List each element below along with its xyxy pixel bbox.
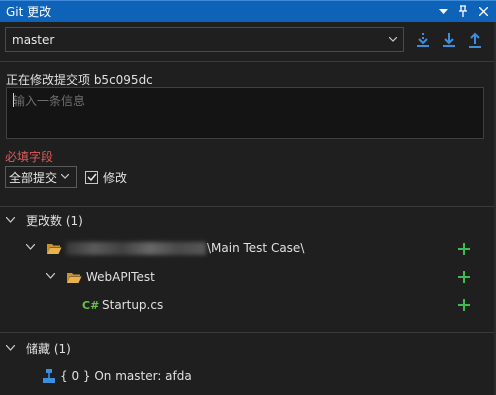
window-titlebar: Git 更改 bbox=[0, 0, 496, 22]
branch-name: master bbox=[12, 32, 55, 47]
text-caret bbox=[13, 93, 14, 107]
amend-checkbox[interactable] bbox=[85, 170, 98, 184]
chevron-down-icon[interactable] bbox=[60, 172, 70, 182]
chevron-down-icon bbox=[5, 344, 20, 354]
window-title: Git 更改 bbox=[6, 5, 52, 19]
pull-icon[interactable] bbox=[440, 31, 458, 49]
stash-item[interactable]: { 0 } On master: afda bbox=[42, 368, 192, 384]
stash-icon bbox=[43, 369, 55, 383]
amend-commit-label: 正在修改提交项 b5c095dc bbox=[6, 73, 153, 87]
branch-dropdown[interactable]: master bbox=[5, 27, 404, 52]
stashes-count-label: 储藏 (1) bbox=[26, 342, 71, 356]
stash-item-label: { 0 } On master: afda bbox=[60, 369, 192, 383]
root-folder-path: \Main Test Case\ bbox=[207, 241, 305, 255]
tree-item-root-folder[interactable]: \Main Test Case\ bbox=[25, 241, 305, 255]
divider bbox=[0, 61, 496, 62]
divider bbox=[0, 332, 496, 333]
required-field-label: 必填字段 bbox=[5, 150, 54, 164]
stashes-section-header[interactable]: 储藏 (1) bbox=[5, 340, 71, 357]
amend-checkbox-label: 修改 bbox=[103, 170, 128, 185]
stage-plus-icon[interactable] bbox=[457, 298, 471, 312]
subfolder-name: WebAPITest bbox=[86, 270, 155, 284]
commit-all-label: 全部提交 bbox=[9, 170, 58, 185]
chevron-down-icon bbox=[25, 243, 38, 253]
close-icon[interactable] bbox=[476, 4, 490, 20]
changes-count-label: 更改数 (1) bbox=[26, 214, 83, 228]
divider bbox=[0, 206, 496, 207]
tree-item-subfolder[interactable]: WebAPITest bbox=[45, 270, 155, 284]
fetch-icon[interactable] bbox=[414, 31, 432, 49]
file-name: Startup.cs bbox=[102, 298, 164, 312]
commit-all-button[interactable]: 全部提交 bbox=[5, 166, 77, 188]
folder-open-icon bbox=[67, 272, 82, 283]
commit-message-placeholder: 输入一条信息 bbox=[13, 94, 86, 108]
pin-icon[interactable] bbox=[456, 4, 470, 20]
commit-message-input[interactable]: 输入一条信息 bbox=[6, 87, 484, 139]
redacted-path bbox=[66, 241, 206, 255]
dropdown-icon[interactable] bbox=[436, 4, 450, 20]
push-icon[interactable] bbox=[466, 31, 484, 49]
chevron-down-icon bbox=[45, 272, 58, 282]
chevron-down-icon bbox=[5, 216, 20, 226]
tree-item-file[interactable]: C# Startup.cs bbox=[82, 298, 163, 312]
folder-open-icon bbox=[47, 243, 62, 254]
stage-plus-icon[interactable] bbox=[457, 242, 471, 256]
chevron-down-icon bbox=[388, 34, 398, 45]
csharp-file-icon: C# bbox=[82, 298, 100, 312]
changes-section-header[interactable]: 更改数 (1) bbox=[5, 212, 83, 229]
stage-plus-icon[interactable] bbox=[457, 270, 471, 284]
